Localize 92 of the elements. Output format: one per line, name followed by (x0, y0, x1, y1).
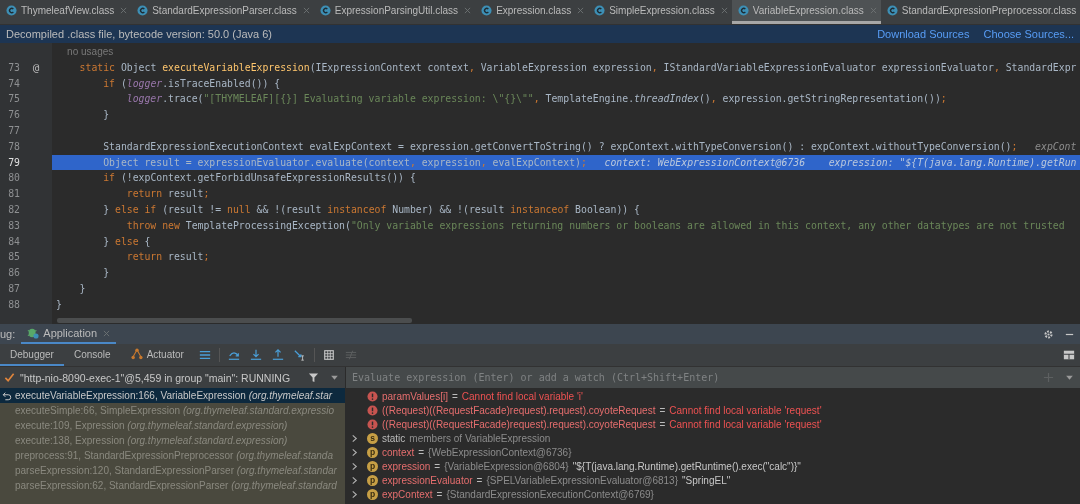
editor-tab[interactable]: ThymeleafView.class (0, 0, 132, 24)
menu-icon[interactable] (198, 349, 211, 361)
close-icon[interactable] (720, 7, 728, 14)
variable-row[interactable]: p expressionEvaluator = {SPELVariableExpressionEvaluator@6813} "SpringEL" (346, 473, 1080, 487)
settings-icon[interactable] (1043, 328, 1054, 340)
editor-tab[interactable]: ExpressionParsingUtil.class (313, 0, 476, 24)
variable-row[interactable]: paramValues[i] = Cannot find local variable 'i' (346, 389, 1080, 403)
step-out-icon[interactable] (271, 349, 284, 361)
checkmark-icon (4, 372, 15, 383)
variable-row[interactable]: p expression = {VariableExpression@6804} "${T(java.lang.Runtime).getRuntime().exec("calc")}" (346, 459, 1080, 473)
class-icon (319, 5, 331, 16)
editor-tab[interactable]: StandardExpressionParser.class (131, 0, 314, 24)
code-line: } else { (102, 234, 152, 249)
variable-row[interactable]: ((Request)((RequestFacade)request).request).coyoteRequest = Cannot find local variable 'request' (346, 403, 1080, 417)
editor-tab[interactable]: StandardExpressionPreprocessor.class (880, 0, 1080, 24)
debug-tab[interactable]: Debugger (0, 344, 64, 366)
scrollbar-thumb[interactable] (57, 318, 412, 323)
variable-badge: s (367, 432, 378, 444)
line-number: 75 (7, 92, 20, 107)
line-number: 88 (7, 297, 20, 312)
variable-row[interactable]: s static members of VariableExpression (346, 431, 1080, 445)
class-icon (594, 5, 606, 16)
code-line: logger.trace("[THYMELEAF][{}] Evaluating variable expression: \"{}\"", TemplateEngine.threadIndex(), expression.getStringRepresentation()); (125, 92, 948, 107)
line-number: 85 (7, 250, 20, 265)
code-line: } (102, 266, 111, 281)
class-icon (481, 5, 493, 16)
class-icon (137, 5, 149, 16)
class-icon (6, 5, 17, 16)
info-link[interactable]: Choose Sources... (983, 28, 1074, 40)
code-line: no usages (66, 45, 115, 59)
debug-tab[interactable]: Actuator (120, 344, 194, 366)
line-number: 74 (7, 76, 20, 91)
close-icon[interactable] (577, 7, 585, 14)
code-line: } (102, 108, 111, 123)
panel-label: ug: (0, 328, 16, 340)
variable-badge: p (367, 460, 378, 472)
code-line: return result; (125, 250, 211, 265)
line-number: 79 (7, 155, 20, 170)
debug-tab[interactable]: Console (63, 344, 121, 366)
network-icon (130, 348, 143, 360)
code-line: if (logger.isTraceEnabled()) { (102, 76, 282, 91)
line-number: 84 (7, 234, 20, 249)
stack-frame[interactable]: executeVariableExpression:166, VariableExpression (org.thymeleaf.star (0, 388, 345, 403)
variable-row[interactable]: ((Request)((RequestFacade)request).request).coyoteRequest = Cannot find local variable 'request' (346, 417, 1080, 431)
variable-badge: p (367, 474, 378, 486)
info-message: Decompiled .class file, bytecode version: 50.0 (Java 6) (6, 28, 273, 40)
code-line: if (!expContext.getForbidUnsafeExpressionResults()) { (102, 171, 417, 186)
line-number: 87 (7, 281, 20, 296)
gutter-marker: @ (31, 59, 41, 76)
run-to-cursor-icon[interactable] (293, 349, 306, 361)
line-number: 81 (7, 187, 20, 202)
calculator-icon[interactable] (322, 349, 335, 361)
return-arrow-icon (2, 390, 12, 401)
info-link[interactable]: Download Sources (877, 28, 970, 40)
editor-tab[interactable]: VariableExpression.class (731, 0, 881, 24)
code-line: StandardExpressionExecutionContext evalExpContext = expression.getConvertToString() ? expContext.withTypeConversion() : expContext.withoutTypeConversion(); expCont (102, 139, 1078, 154)
line-number: 86 (7, 266, 20, 281)
code-line: return result; (125, 187, 211, 202)
session-tab[interactable]: Application (21, 324, 117, 344)
step-over-icon[interactable] (227, 349, 240, 361)
variable-badge: p (367, 446, 378, 458)
line-number: 82 (7, 202, 20, 217)
line-number: 78 (7, 139, 20, 154)
bug-icon (27, 327, 40, 339)
close-icon[interactable] (302, 7, 310, 14)
code-line: } (78, 281, 87, 296)
line-number: 73 (7, 60, 20, 75)
line-number: 76 (7, 108, 20, 123)
step-into-icon[interactable] (249, 349, 262, 361)
variable-badge: p (367, 488, 378, 500)
line-number: 77 (7, 124, 20, 138)
filter-icon[interactable] (308, 372, 319, 383)
editor-tab[interactable]: SimpleExpression.class (588, 0, 732, 24)
code-line: } else if (result != null && !(result instanceof Number) && !(result instanceof Boolean)) { (102, 202, 641, 217)
class-icon (886, 5, 898, 16)
code-line: throw new TemplateProcessingException("Only variable expressions returning numbers or booleans are allowed in this context, any other datatypes are not trusted (125, 218, 1066, 233)
class-icon (737, 5, 749, 16)
editor-tab[interactable]: Expression.class (475, 0, 589, 24)
close-icon[interactable] (103, 329, 111, 337)
error-icon (367, 390, 378, 402)
error-icon (367, 404, 378, 416)
thread-selector[interactable]: "http-nio-8090-exec-1"@5,459 in group "main": RUNNING (0, 371, 303, 384)
variable-row[interactable]: p expContext = {StandardExpressionExecutionContext@6769} (346, 487, 1080, 501)
layout-icon[interactable] (1063, 349, 1075, 361)
line-number: 80 (7, 171, 20, 186)
error-icon (367, 418, 378, 430)
close-icon[interactable] (464, 7, 472, 14)
code-line: } (55, 297, 63, 312)
variable-row[interactable]: p context = {WebExpressionContext@6736} (346, 445, 1080, 459)
code-line: static Object executeVariableExpression(IExpressionContext context, VariableExpression expression, IStandardVariableExpressionEvaluator expressionEvaluator, StandardExpr (78, 60, 1078, 75)
close-icon[interactable] (120, 7, 128, 14)
line-number: 83 (7, 218, 20, 233)
